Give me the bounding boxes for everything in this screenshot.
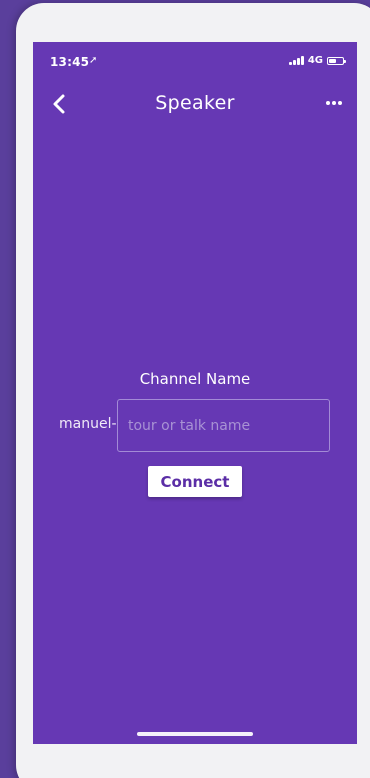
page-title: Speaker <box>155 92 235 114</box>
more-horizontal-icon <box>326 101 342 105</box>
home-indicator[interactable] <box>137 732 253 736</box>
channel-prefix: manuel- <box>59 416 117 432</box>
status-bar: 13:45 ➚ 4G <box>33 42 357 82</box>
channel-name-label: Channel Name <box>139 370 251 388</box>
network-type: 4G <box>307 55 323 66</box>
status-time: 13:45 <box>50 55 90 69</box>
signal-icon <box>289 56 304 65</box>
page-background: 13:45 ➚ 4G Speaker Channel Name manuel- … <box>0 0 370 778</box>
connect-button[interactable]: Connect <box>148 466 242 497</box>
navigation-bar: Speaker <box>33 86 357 124</box>
more-button[interactable] <box>325 95 343 111</box>
status-indicators: 4G <box>289 55 346 66</box>
channel-name-input[interactable] <box>117 399 330 452</box>
battery-icon <box>327 56 346 65</box>
app-screen: 13:45 ➚ 4G Speaker Channel Name manuel- … <box>33 42 357 744</box>
location-arrow-icon: ➚ <box>89 55 98 66</box>
